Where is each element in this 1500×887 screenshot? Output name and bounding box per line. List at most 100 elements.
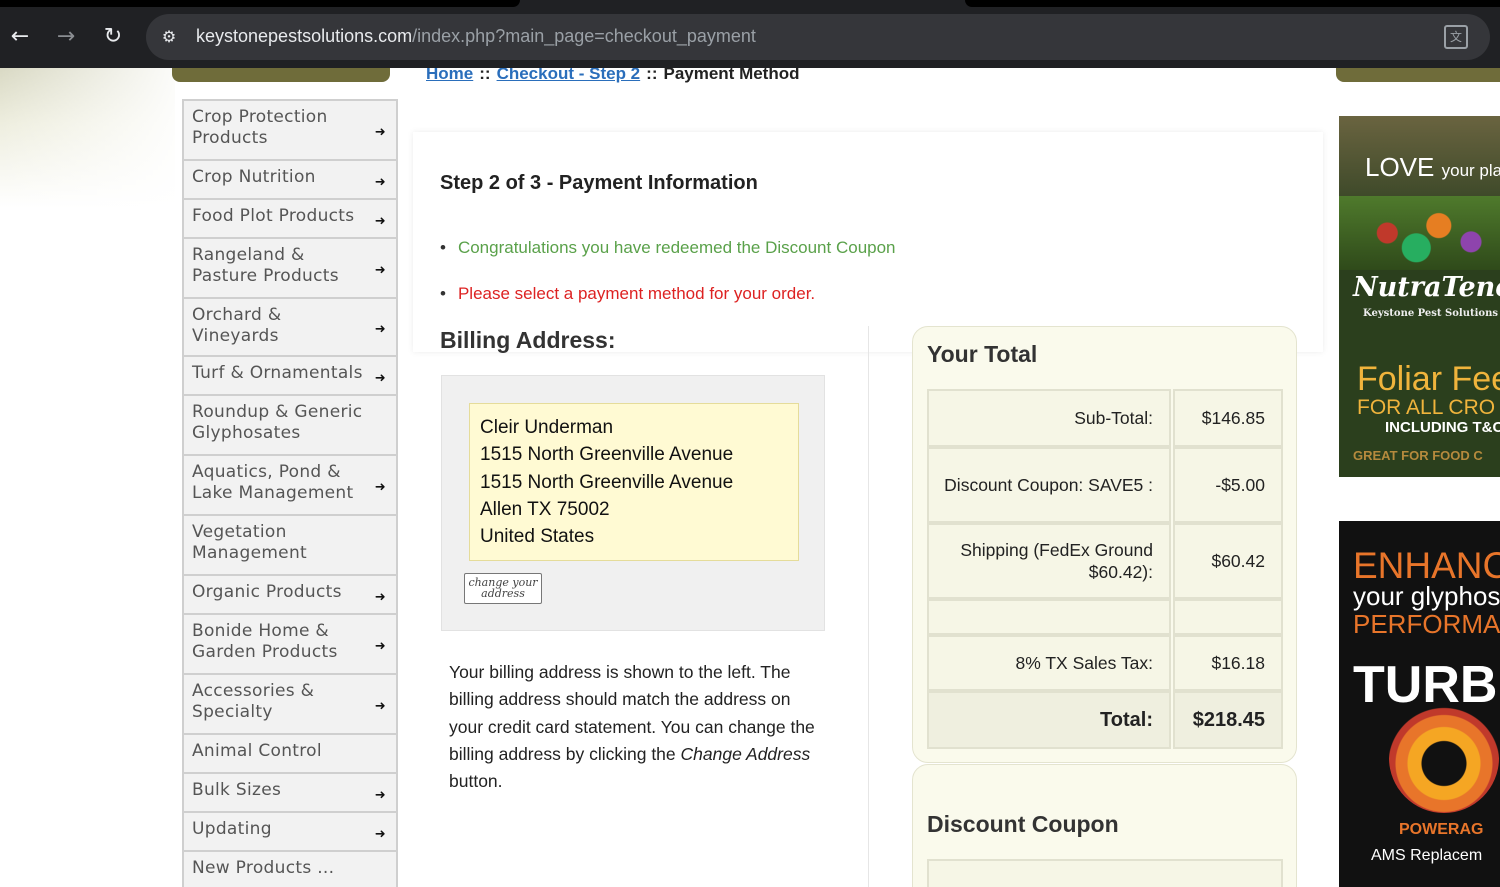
sidebar-item[interactable]: Organic Products ➜ <box>182 574 398 613</box>
tax-value: $16.18 <box>1173 635 1283 691</box>
address-country: United States <box>480 526 595 548</box>
sidebar-item[interactable]: Animal Control <box>182 733 398 772</box>
sidebar-item-label: Bonide Home & Garden Products <box>192 621 338 662</box>
site-info-icon[interactable]: ⚙ <box>158 26 180 48</box>
sidebar-item[interactable]: Vegetation Management <box>182 514 398 574</box>
bullet-icon: • <box>440 284 446 303</box>
vegetables-image <box>1339 196 1500 270</box>
grand-total-value: $218.45 <box>1173 691 1283 749</box>
banner-forall: FOR ALL CRO <box>1357 396 1496 419</box>
arrow-right-icon: ➜ <box>374 699 386 714</box>
arrow-right-icon: ➜ <box>374 125 386 140</box>
order-total-box: Your Total Sub-Total: $146.85 Discount C… <box>912 326 1297 763</box>
sidebar-item-label: Crop Nutrition <box>192 167 316 187</box>
breadcrumb-home-link[interactable]: Home <box>426 68 473 83</box>
breadcrumb: Home:: Checkout - Step 2:: Payment Method <box>426 68 800 84</box>
breadcrumb-checkout-link[interactable]: Checkout - Step 2 <box>497 68 641 83</box>
address-line1: 1515 North Greenville Avenue <box>480 444 734 466</box>
turbo-banner[interactable]: ENHANC your glyphos PERFORMAN TURB POWER… <box>1339 521 1500 887</box>
sidebar-item-label: Rangeland & Pasture Products <box>192 245 339 286</box>
billing-address-box: Cleir Underman 1515 North Greenville Ave… <box>441 375 825 631</box>
sidebar-item[interactable]: Crop Nutrition ➜ <box>182 159 398 198</box>
nutratenc-banner[interactable]: LOVE your plan NutraTenc Keystone Pest S… <box>1339 116 1500 477</box>
sidebar-item[interactable]: Bulk Sizes ➜ <box>182 772 398 811</box>
category-sidebar: Crop Protection Products ➜ Crop Nutrition ➜… <box>182 99 398 887</box>
sidebar-item[interactable]: Turf & Ornamentals ➜ <box>182 355 398 394</box>
arrow-right-icon: ➜ <box>374 589 386 605</box>
sidebar-item[interactable]: Crop Protection Products ➜ <box>182 99 398 159</box>
subtotal-value: $146.85 <box>1173 389 1283 447</box>
url-text[interactable]: keystonepestsolutions.com/index.php?main… <box>196 26 756 47</box>
address-name: Cleir Underman <box>480 417 614 438</box>
discount-label: Discount Coupon: SAVE5 : <box>927 447 1171 523</box>
browser-toolbar: ← → ↻ ⚙ keystonepestsolutions.com/index.… <box>0 0 1500 68</box>
reload-icon[interactable]: ↻ <box>98 22 128 52</box>
sidebar-item-label: New Products ... <box>192 858 335 878</box>
header-tab-decoration <box>172 68 390 82</box>
address-bar[interactable]: ⚙ keystonepestsolutions.com/index.php?ma… <box>146 14 1490 60</box>
billing-address-heading: Billing Address: <box>440 327 616 353</box>
breadcrumb-current: Payment Method <box>663 68 800 83</box>
tab-strip <box>0 0 520 7</box>
subtotal-row: Sub-Total: $146.85 <box>927 389 1283 447</box>
address-city: Allen TX 75002 <box>480 498 610 520</box>
billing-note: Your billing address is shown to the lef… <box>449 662 815 792</box>
breadcrumb-separator: :: <box>479 68 491 83</box>
sidebar-item-label: Vegetation Management <box>192 522 307 563</box>
sidebar-item-label: Aquatics, Pond & Lake Management <box>192 462 354 503</box>
discount-coupon-heading: Discount Coupon <box>927 811 1119 837</box>
error-message: • Please select a payment method for your… <box>440 284 816 303</box>
sidebar-item[interactable]: Accessories & Specialty ➜ <box>182 673 398 733</box>
empty-row <box>927 599 1283 635</box>
coupon-row <box>927 859 1283 887</box>
empty-label <box>927 599 1171 635</box>
arrow-right-icon: ➜ <box>374 480 386 495</box>
banner-ams: AMS Replacem <box>1371 847 1483 864</box>
address-line2: 1515 North Greenville Avenue <box>480 471 734 493</box>
subtotal-label: Sub-Total: <box>927 389 1171 447</box>
breadcrumb-separator: :: <box>646 68 658 83</box>
change-address-button[interactable]: change your address <box>464 573 542 604</box>
banner-performance: PERFORMAN <box>1353 609 1500 639</box>
arrow-right-icon: ➜ <box>374 263 386 278</box>
banner-including: INCLUDING T&C <box>1385 419 1500 436</box>
sidebar-item[interactable]: Rangeland & Pasture Products ➜ <box>182 237 398 297</box>
shipping-row: Shipping (FedEx Ground $60.42): $60.42 <box>927 523 1283 599</box>
header-tab-decoration <box>1336 68 1500 82</box>
sidebar-item-label: Animal Control <box>192 741 322 761</box>
step-title: Step 2 of 3 - Payment Information <box>440 172 758 194</box>
banner-brand: NutraTenc <box>1353 272 1500 303</box>
banner-powerag: POWERAG <box>1399 821 1484 838</box>
arrow-right-icon: ➜ <box>374 826 386 842</box>
discount-coupon-box: Discount Coupon <box>912 764 1297 887</box>
banner-great: GREAT FOR FOOD C <box>1353 448 1483 463</box>
discount-value: -$5.00 <box>1173 447 1283 523</box>
order-total-heading: Your Total <box>927 341 1038 367</box>
back-arrow-icon[interactable]: ← <box>5 22 35 52</box>
sidebar-item[interactable]: Orchard & Vineyards ➜ <box>182 297 398 355</box>
sidebar-item-label: Crop Protection Products <box>192 107 328 148</box>
sidebar-item[interactable]: New Products ... <box>182 850 398 887</box>
tax-label: 8% TX Sales Tax: <box>927 635 1171 691</box>
bullet-icon: • <box>440 238 446 257</box>
sidebar-item-label: Turf & Ornamentals <box>192 363 363 383</box>
arrow-right-icon: ➜ <box>374 322 386 337</box>
sidebar-item-label: Food Plot Products <box>192 206 355 226</box>
sidebar-item[interactable]: Food Plot Products ➜ <box>182 198 398 237</box>
arrow-right-icon: ➜ <box>374 370 386 386</box>
banner-love-text: LOVE your plan <box>1365 152 1500 182</box>
forward-arrow-icon[interactable]: → <box>51 22 81 52</box>
sidebar-item-label: Accessories & Specialty <box>192 681 315 722</box>
billing-address: Cleir Underman 1515 North Greenville Ave… <box>469 403 799 561</box>
translate-icon[interactable]: 文 <box>1444 25 1468 49</box>
flame-icon <box>1389 703 1499 813</box>
sidebar-item-label: Organic Products <box>192 582 342 602</box>
sidebar-item[interactable]: Roundup & Generic Glyphosates <box>182 394 398 454</box>
banner-your: your glyphos <box>1353 581 1500 611</box>
sidebar-item[interactable]: Aquatics, Pond & Lake Management ➜ <box>182 454 398 514</box>
arrow-right-icon: ➜ <box>374 639 386 654</box>
column-divider <box>868 326 869 887</box>
sidebar-item[interactable]: Bonide Home & Garden Products ➜ <box>182 613 398 673</box>
sidebar-item[interactable]: Updating ➜ <box>182 811 398 850</box>
arrow-right-icon: ➜ <box>374 213 386 229</box>
